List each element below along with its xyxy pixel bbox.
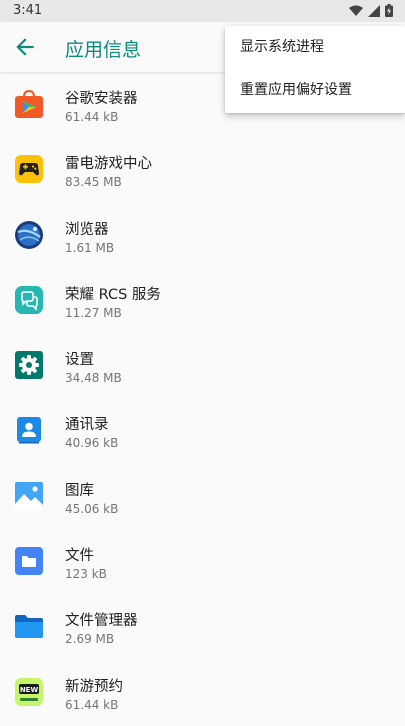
list-item[interactable]: 荣耀 RCS 服务 11.27 MB xyxy=(0,269,405,334)
app-list: 谷歌安装器 61.44 kB 雷电游戏中心 83.45 MB 浏览器 1.61 … xyxy=(0,73,405,726)
status-bar: 3:41 xyxy=(0,0,405,22)
new-game-booking-icon: NEW xyxy=(15,677,43,706)
menu-item-show-system-processes[interactable]: 显示系统进程 xyxy=(225,26,405,69)
arrow-back-icon xyxy=(16,38,34,56)
settings-icon xyxy=(15,351,43,380)
overflow-menu: 显示系统进程 重置应用偏好设置 xyxy=(225,26,405,113)
app-name: 设置 xyxy=(65,352,94,369)
list-item[interactable]: 雷电游戏中心 83.45 MB xyxy=(0,138,405,203)
signal-icon xyxy=(368,4,380,17)
app-name: 雷电游戏中心 xyxy=(65,156,152,173)
app-name: 图库 xyxy=(65,482,94,499)
list-item[interactable]: NEW 新游预约 61.44 kB xyxy=(0,661,405,726)
browser-icon xyxy=(15,220,43,249)
app-size: 61.44 kB xyxy=(65,110,119,124)
app-name: 谷歌安装器 xyxy=(65,91,138,107)
list-item[interactable]: 文件管理器 2.69 MB xyxy=(0,595,405,660)
app-size: 83.45 MB xyxy=(65,175,122,190)
menu-item-reset-app-preferences[interactable]: 重置应用偏好设置 xyxy=(225,69,405,112)
app-size: 11.27 MB xyxy=(65,305,122,320)
app-size: 34.48 MB xyxy=(65,371,122,386)
new-badge-text: NEW xyxy=(20,686,39,694)
contacts-icon xyxy=(17,417,41,444)
app-name: 通讯录 xyxy=(65,417,109,434)
list-item[interactable]: 设置 34.48 MB xyxy=(0,334,405,399)
app-size: 61.44 kB xyxy=(65,697,119,712)
status-time: 3:41 xyxy=(13,3,43,18)
list-item[interactable]: 图库 45.06 kB xyxy=(0,465,405,530)
app-name: 浏览器 xyxy=(65,221,109,238)
back-button[interactable] xyxy=(12,34,38,60)
list-item[interactable]: 通讯录 40.96 kB xyxy=(0,399,405,464)
files-icon xyxy=(15,547,43,576)
app-name: 荣耀 RCS 服务 xyxy=(65,286,161,303)
game-center-icon xyxy=(15,155,43,184)
rcs-service-icon xyxy=(15,285,43,314)
status-icons xyxy=(349,4,393,17)
file-manager-icon xyxy=(15,615,43,639)
app-size: 40.96 kB xyxy=(65,436,119,451)
google-installer-icon xyxy=(15,89,43,118)
app-name: 文件管理器 xyxy=(65,613,138,630)
app-size: 1.61 MB xyxy=(65,240,115,255)
page-title: 应用信息 xyxy=(65,39,142,61)
app-size: 2.69 MB xyxy=(65,632,115,647)
wifi-icon xyxy=(349,5,363,16)
list-item[interactable]: 浏览器 1.61 MB xyxy=(0,204,405,269)
app-name: 文件 xyxy=(65,548,94,565)
list-item[interactable]: 文件 123 kB xyxy=(0,530,405,595)
app-name: 新游预约 xyxy=(65,678,123,695)
battery-charging-icon xyxy=(385,4,393,17)
app-size: 45.06 kB xyxy=(65,501,119,516)
gallery-icon xyxy=(15,481,43,510)
app-size: 123 kB xyxy=(65,567,107,582)
